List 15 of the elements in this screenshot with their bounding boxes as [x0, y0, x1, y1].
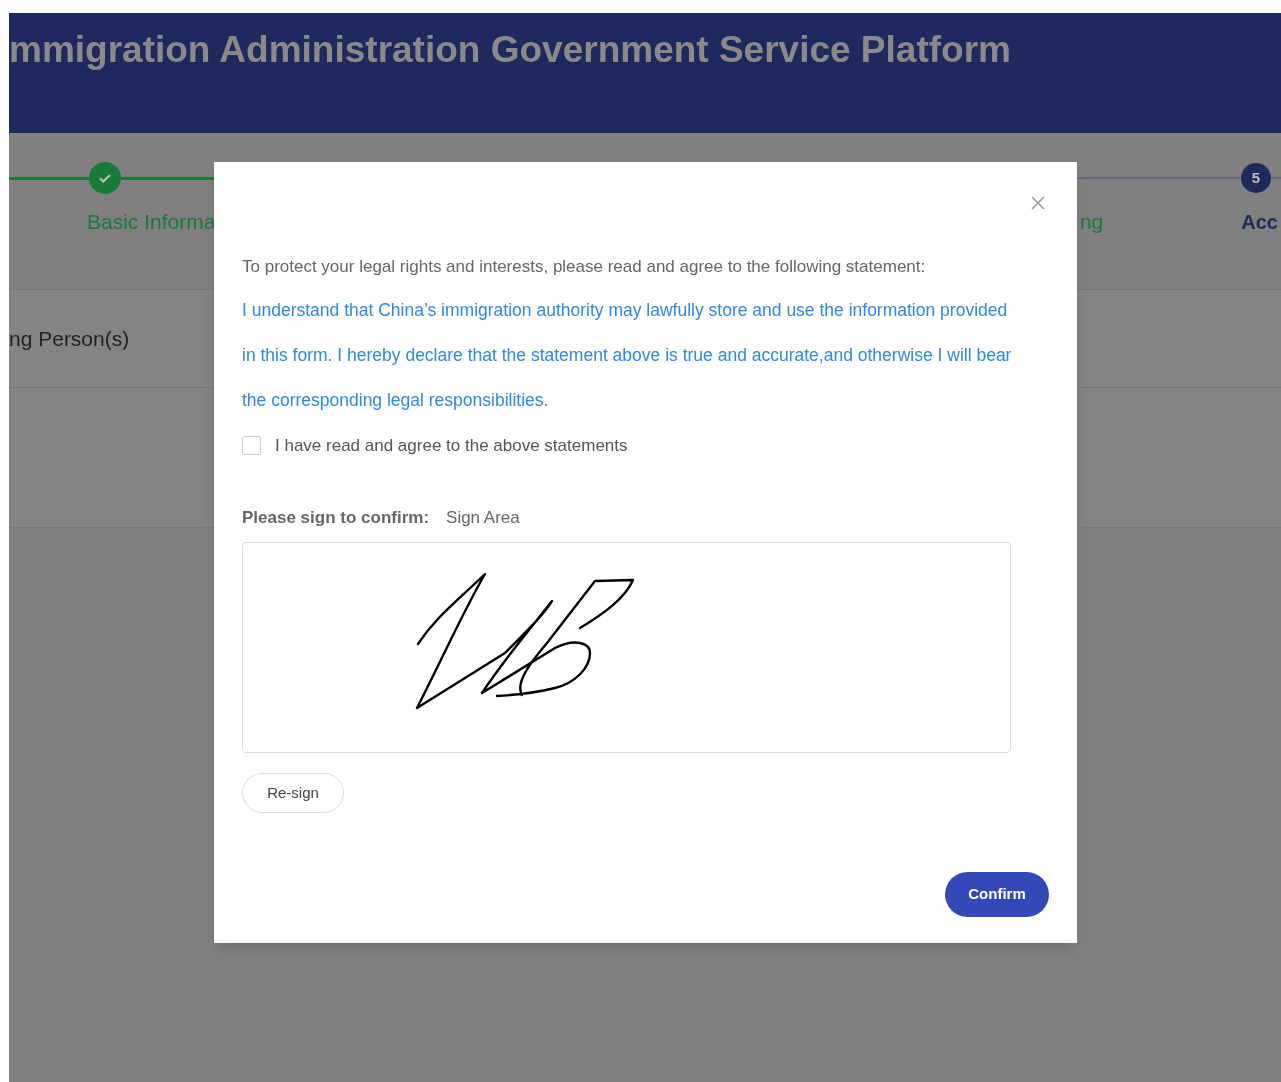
sign-label: Please sign to confirm: — [242, 506, 430, 529]
intro-text: To protect your legal rights and interests, please read and agree to the following statement: — [242, 256, 927, 278]
agree-checkbox[interactable] — [242, 436, 261, 456]
site-title: mmigration Administration Government Service Platform — [9, 28, 1012, 72]
step-label: ng — [1079, 209, 1104, 235]
step-label: Basic Informa — [87, 209, 216, 235]
signature-pad[interactable] — [242, 542, 1011, 753]
close-icon[interactable] — [1029, 194, 1047, 212]
agree-label: I have read and agree to the above statements — [275, 435, 628, 457]
confirm-button[interactable]: Confirm — [945, 872, 1049, 917]
section-title: ng Person(s) — [9, 325, 130, 352]
step-label: Acc — [1241, 210, 1278, 235]
declaration-text: I understand that China’s immigration authority may lawfully store and use the information provided in this form. I hereby declare that the statement above is true and accurate,and otherwise I will bear the corresponding legal responsibilities. — [242, 299, 1013, 412]
step-number: 5 — [1241, 163, 1271, 193]
sign-hint: Sign Area — [446, 506, 520, 529]
